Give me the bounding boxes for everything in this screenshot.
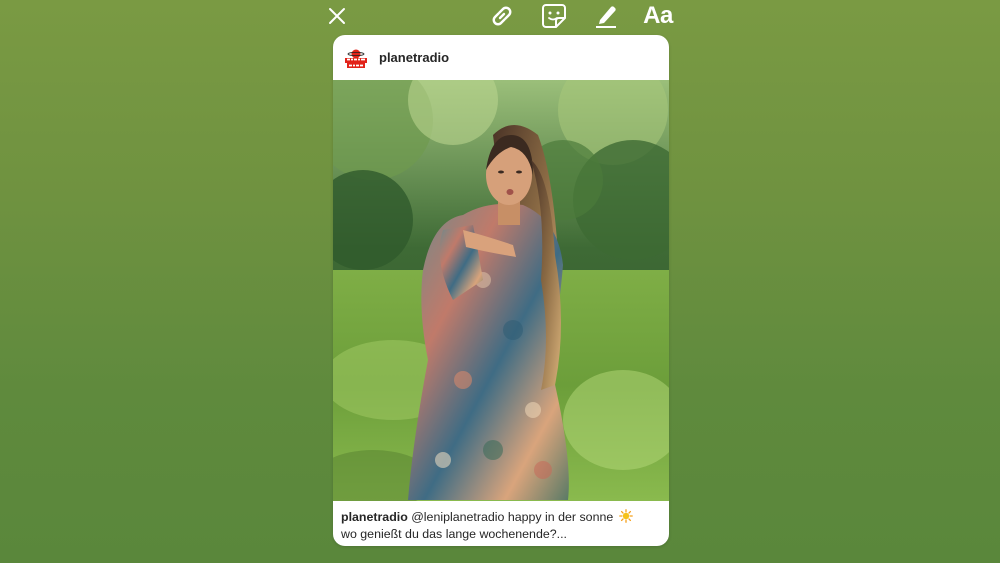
post-header: planetradio <box>333 35 669 80</box>
close-icon <box>328 7 346 25</box>
draw-button[interactable] <box>592 2 620 30</box>
pen-icon <box>594 3 618 29</box>
link-icon <box>487 3 517 29</box>
sticker-button[interactable] <box>540 2 568 30</box>
post-caption: planetradio @leniplanetradio happy in de… <box>333 501 669 543</box>
account-name[interactable]: planetradio <box>379 50 449 65</box>
caption-username[interactable]: planetradio <box>341 510 408 524</box>
text-tool-button[interactable]: Aa <box>640 2 676 30</box>
photo-woman-blowing-kiss <box>333 80 669 501</box>
link-button[interactable] <box>486 2 518 30</box>
story-editor-toolbar: Aa <box>0 0 1000 34</box>
avatar <box>342 43 370 72</box>
close-button[interactable] <box>324 2 350 30</box>
shared-post-card[interactable]: planetradio planetradio @leniplanetradio… <box>333 35 669 546</box>
post-photo[interactable] <box>333 80 669 501</box>
planetradio-logo <box>345 49 367 68</box>
caption-text-line2: wo genießt du das lange wochenende?... <box>341 527 567 541</box>
sun-icon <box>618 509 633 523</box>
caption-text-line1: @leniplanetradio happy in der sonne <box>407 510 614 524</box>
sticker-icon <box>541 3 567 29</box>
